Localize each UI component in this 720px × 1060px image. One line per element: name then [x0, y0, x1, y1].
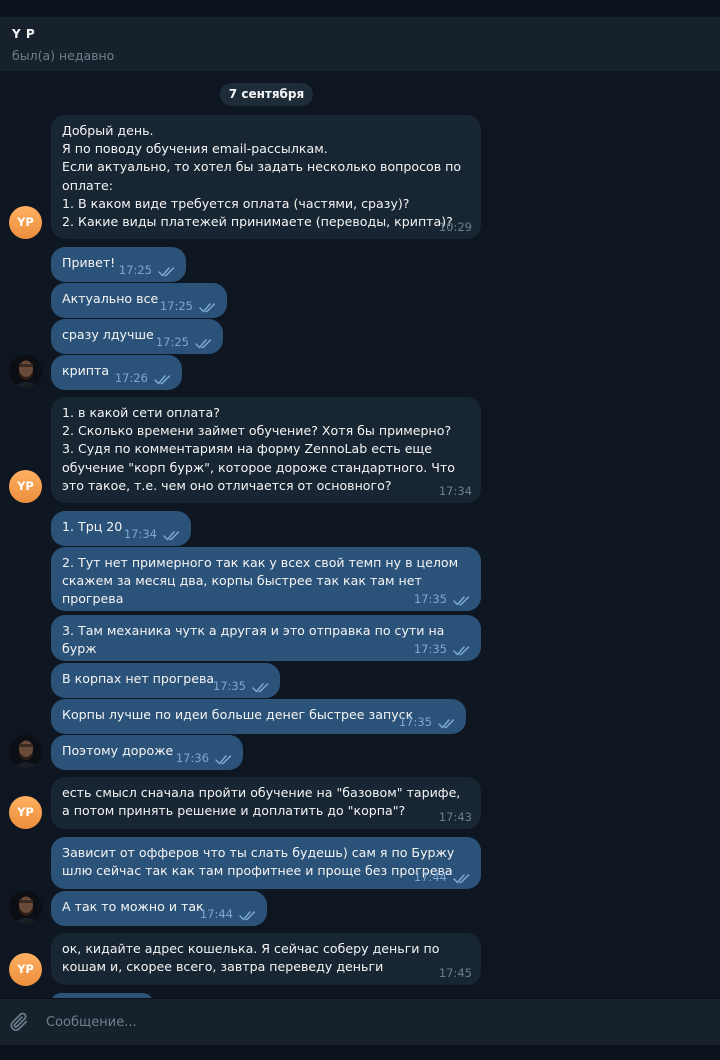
- message-meta: 17:34: [439, 483, 472, 499]
- message-time: 17:44: [413, 870, 447, 884]
- message-time: 17:25: [118, 263, 152, 277]
- message-text: есть смысл сначала пройти обучение на "б…: [62, 785, 465, 819]
- double-check-icon: [453, 644, 472, 655]
- message-meta: 10:29: [439, 219, 472, 235]
- contact-avatar[interactable]: YP: [9, 206, 42, 239]
- message-text: 3. Там механика чутк а другая и это отпр…: [62, 623, 449, 657]
- message-text: Корпы лучше по идеи больше денег быстрее…: [62, 707, 414, 722]
- message-time: 17:35: [413, 642, 447, 656]
- message-time: 17:35: [398, 715, 432, 729]
- contact-name[interactable]: Y P: [12, 27, 35, 41]
- message-text: Добрый день. Я по поводу обучения email-…: [62, 123, 462, 230]
- date-separator: 7 сентября: [220, 83, 313, 106]
- message-incoming[interactable]: Добрый день. Я по поводу обучения email-…: [51, 115, 481, 239]
- message-time: 17:34: [438, 484, 472, 498]
- message-outgoing[interactable]: 3. Там механика чутк а другая и это отпр…: [51, 615, 481, 661]
- message-outgoing[interactable]: В корпах нет прогрева 17:35: [51, 663, 280, 698]
- message-time: 17:35: [212, 679, 246, 693]
- double-check-icon: [163, 529, 182, 540]
- user-avatar[interactable]: [9, 355, 42, 388]
- double-check-icon: [158, 265, 177, 276]
- message-time: 17:36: [175, 751, 209, 765]
- message-meta: 17:36: [176, 750, 234, 766]
- message-meta: 17:45: [439, 965, 472, 981]
- message-incoming[interactable]: ок, кидайте адрес кошелька. Я сейчас соб…: [51, 933, 481, 985]
- message-meta: 17:44: [200, 906, 258, 922]
- message-meta: 17:43: [439, 809, 472, 825]
- double-check-icon: [215, 753, 234, 764]
- message-outgoing[interactable]: 1. Трц 20 17:34: [51, 511, 191, 546]
- message-outgoing[interactable]: А так то можно и так 17:44: [51, 891, 267, 926]
- message-outgoing[interactable]: Актуально все 17:25: [51, 283, 227, 318]
- message-meta: 17:35: [399, 714, 457, 730]
- double-check-icon: [438, 717, 457, 728]
- chat-header[interactable]: Y P был(а) недавно: [0, 17, 720, 72]
- message-time: 17:34: [123, 527, 157, 541]
- double-check-icon: [195, 337, 214, 348]
- message-outgoing[interactable]: сразу лдучше 17:25: [51, 319, 223, 354]
- double-check-icon: [154, 373, 173, 384]
- message-outgoing[interactable]: 2. Тут нет примерного так как у всех сво…: [51, 547, 481, 611]
- window-top-strip: [0, 0, 720, 17]
- message-meta: 17:35: [414, 591, 472, 607]
- message-time: 17:25: [155, 335, 189, 349]
- window-bottom-strip: [0, 1045, 720, 1060]
- user-avatar[interactable]: [9, 891, 42, 924]
- message-list[interactable]: 7 сентября Добрый день. Я по поводу обуч…: [0, 72, 720, 998]
- message-outgoing[interactable]: Поэтому дороже 17:36: [51, 735, 243, 770]
- message-time: 17:43: [438, 810, 472, 824]
- message-time: 17:26: [114, 371, 148, 385]
- message-meta: 17:44: [414, 869, 472, 885]
- user-avatar[interactable]: [9, 735, 42, 768]
- contact-avatar[interactable]: YP: [9, 470, 42, 503]
- message-meta: 17:35: [414, 641, 472, 657]
- message-meta: 17:35: [213, 678, 271, 694]
- message-incoming[interactable]: есть смысл сначала пройти обучение на "б…: [51, 777, 481, 829]
- double-check-icon: [252, 681, 271, 692]
- message-meta: 17:34: [124, 526, 182, 542]
- message-outgoing[interactable]: крипта 17:26: [51, 355, 182, 390]
- message-outgoing[interactable]: Привет! 17:25: [51, 247, 186, 282]
- message-meta: 17:25: [156, 334, 214, 350]
- contact-status: был(а) недавно: [12, 48, 115, 63]
- message-outgoing[interactable]: Зависит от офферов что ты слать будешь) …: [51, 837, 481, 889]
- message-incoming[interactable]: 1. в какой сети оплата? 2. Сколько време…: [51, 397, 481, 503]
- message-text: 2. Тут нет примерного так как у всех сво…: [62, 555, 463, 607]
- message-outgoing[interactable]: Корпы лучше по идеи больше денег быстрее…: [51, 699, 466, 734]
- message-text: 1. в какой сети оплата? 2. Сколько време…: [62, 405, 455, 493]
- message-meta: 17:25: [119, 262, 177, 278]
- message-time: 10:29: [438, 220, 472, 234]
- message-time: 17:45: [438, 966, 472, 980]
- paperclip-icon[interactable]: [8, 1011, 30, 1033]
- double-check-icon: [453, 872, 472, 883]
- message-time: 17:25: [159, 299, 193, 313]
- message-meta: 17:25: [160, 298, 218, 314]
- contact-avatar[interactable]: YP: [9, 953, 42, 986]
- double-check-icon: [453, 594, 472, 605]
- message-text: Зависит от офферов что ты слать будешь) …: [62, 845, 459, 879]
- message-time: 17:44: [199, 907, 233, 921]
- double-check-icon: [239, 909, 258, 920]
- message-time: 17:35: [413, 592, 447, 606]
- message-input[interactable]: [46, 999, 646, 1046]
- contact-avatar[interactable]: YP: [9, 796, 42, 829]
- message-text: ок, кидайте адрес кошелька. Я сейчас соб…: [62, 941, 444, 975]
- double-check-icon: [199, 301, 218, 312]
- message-composer: [0, 998, 720, 1046]
- message-meta: 17:26: [115, 370, 173, 386]
